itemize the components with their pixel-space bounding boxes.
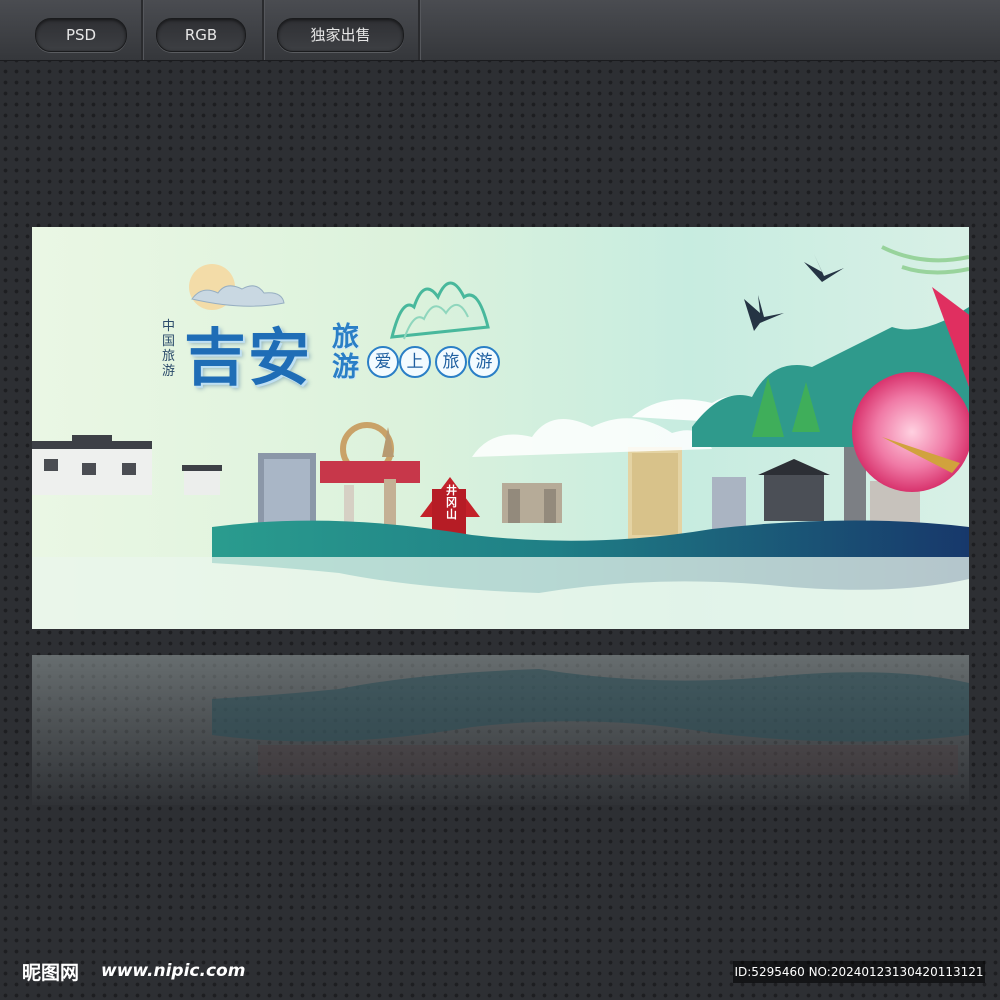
- reflection-artwork: [212, 669, 969, 775]
- willow-leaves-shape: [881, 245, 969, 275]
- jinggangshan-gate-sign: 井冈山: [446, 484, 457, 521]
- mountain-shape: [390, 281, 490, 339]
- toolbar-divider: [141, 0, 143, 60]
- banner-artwork: [32, 245, 969, 629]
- slogan-char: 上: [399, 346, 431, 378]
- slogan-char: 游: [468, 346, 500, 378]
- nipic-url: www.nipic.com: [101, 961, 246, 981]
- banner-reflection: [32, 655, 969, 805]
- huizhou-houses-shape: [32, 435, 222, 495]
- banner-title-tour: 游: [332, 352, 359, 383]
- rgb-color-button[interactable]: RGB: [156, 18, 246, 52]
- slogan-char: 爱: [367, 346, 399, 378]
- image-id-label: ID:5295460 NO:20240123130420113121: [733, 961, 985, 983]
- nipic-logo: 昵图网: [22, 962, 80, 984]
- toolbar-divider: [262, 0, 264, 60]
- china-tourism-vertical-label: 中国旅游: [162, 319, 176, 379]
- slogan-char: 旅: [435, 346, 467, 378]
- exclusive-sale-button[interactable]: 独家出售: [277, 18, 404, 52]
- swallow-bird-shape: [804, 254, 844, 282]
- tourism-banner: 中国旅游 吉安 旅 游 爱 上 旅 游 井冈山: [32, 227, 969, 629]
- psd-format-button[interactable]: PSD: [35, 18, 127, 52]
- peony-flower-shape: [852, 372, 969, 492]
- swallow-bird-shape: [744, 295, 784, 331]
- top-toolbar: PSD RGB 独家出售: [0, 0, 1000, 61]
- banner-title: 吉安: [184, 321, 313, 394]
- toolbar-divider: [418, 0, 420, 60]
